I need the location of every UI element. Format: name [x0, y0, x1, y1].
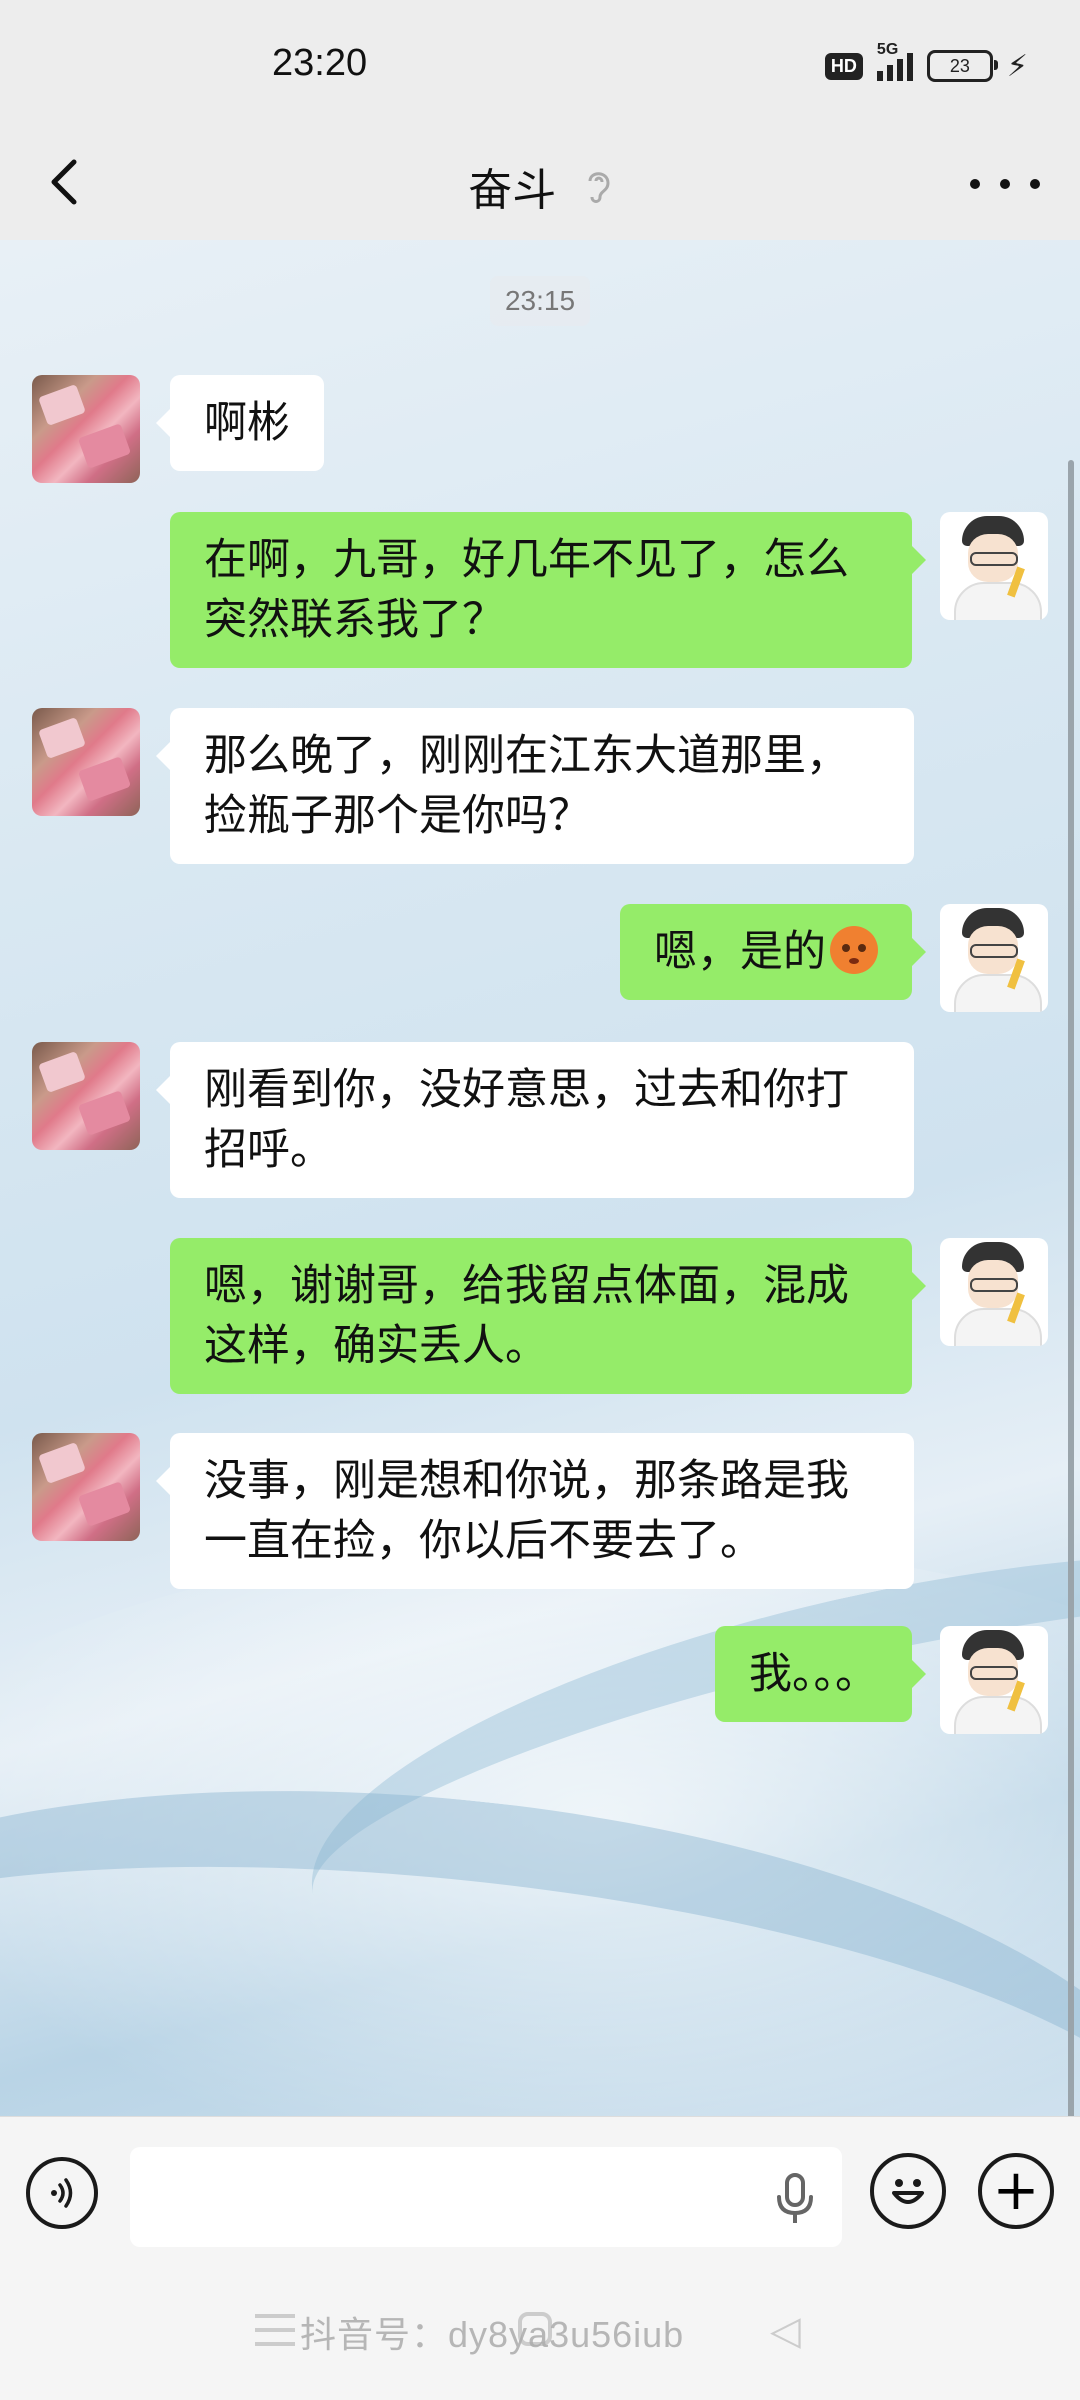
sent-message[interactable]: 我。。。 — [715, 1626, 926, 1722]
received-message[interactable]: 那么晚了，刚刚在江东大道那里，捡瓶子那个是你吗？ — [156, 708, 914, 864]
watermark-text: 抖音号：dy8ya3u56iub — [300, 2314, 685, 2355]
user-avatar[interactable] — [940, 1238, 1048, 1346]
dot-icon — [970, 179, 980, 189]
chat-header: 奋斗 — [0, 130, 1080, 240]
charging-icon: ⚡ — [1006, 48, 1028, 84]
chat-title-text: 奋斗 — [468, 165, 557, 216]
received-message[interactable]: 刚看到你，没好意思，过去和你打招呼。 — [156, 1042, 914, 1198]
system-nav-bar: ◁ 抖音号：dy8ya3u56iub — [0, 2276, 1080, 2400]
scrollbar[interactable] — [1068, 460, 1074, 2116]
status-time: 23:20 — [272, 42, 368, 84]
recent-apps-button[interactable] — [255, 2314, 295, 2346]
sound-wave-icon — [51, 2178, 73, 2208]
sweat-emoji-icon — [830, 926, 878, 974]
more-options-button[interactable] — [970, 154, 1040, 214]
contact-avatar[interactable] — [32, 708, 140, 816]
status-icons: HD 5G 23 ⚡ — [824, 41, 1028, 86]
microphone-icon[interactable] — [770, 2169, 820, 2229]
message-timestamp: 23:15 — [490, 276, 590, 326]
smiley-icon — [892, 2179, 924, 2204]
received-message[interactable]: 没事，刚是想和你说，那条路是我一直在捡，你以后不要去了。 — [156, 1433, 914, 1589]
dot-icon — [1030, 179, 1040, 189]
received-message[interactable]: 啊彬 — [156, 375, 324, 471]
sent-message-text: 嗯，是的 — [654, 927, 826, 977]
sent-message[interactable]: 在啊，九哥，好几年不见了，怎么突然联系我了？ — [170, 512, 926, 668]
chat-title: 奋斗 — [0, 154, 1080, 218]
dot-icon — [1000, 179, 1010, 189]
contact-avatar[interactable] — [32, 1433, 140, 1541]
input-bar: + — [0, 2116, 1080, 2277]
user-avatar[interactable] — [940, 1626, 1048, 1734]
contact-avatar[interactable] — [32, 375, 140, 483]
hd-icon: HD — [824, 52, 863, 80]
contact-avatar[interactable] — [32, 1042, 140, 1150]
sent-message[interactable]: 嗯，是的 — [620, 904, 926, 1000]
status-bar: 23:20 HD 5G 23 ⚡ — [0, 0, 1080, 130]
ear-icon — [574, 172, 612, 213]
user-avatar[interactable] — [940, 904, 1048, 1012]
message-input[interactable] — [130, 2147, 842, 2247]
battery-icon: 23 — [926, 50, 998, 82]
emoji-button[interactable] — [870, 2153, 946, 2229]
sent-message[interactable]: 嗯，谢谢哥，给我留点体面，混成这样，确实丢人。 — [170, 1238, 926, 1394]
add-attachment-button[interactable]: + — [978, 2153, 1054, 2229]
plus-icon: + — [992, 2158, 1040, 2223]
voice-input-button[interactable] — [26, 2157, 98, 2229]
signal-icon: 5G — [876, 41, 913, 81]
chat-area[interactable]: 23:15 啊彬 在啊，九哥，好几年不见了，怎么突然联系我了？ 那么晚了，刚刚在… — [0, 240, 1080, 2116]
user-avatar[interactable] — [940, 512, 1048, 620]
back-nav-button[interactable]: ◁ — [770, 2308, 801, 2354]
